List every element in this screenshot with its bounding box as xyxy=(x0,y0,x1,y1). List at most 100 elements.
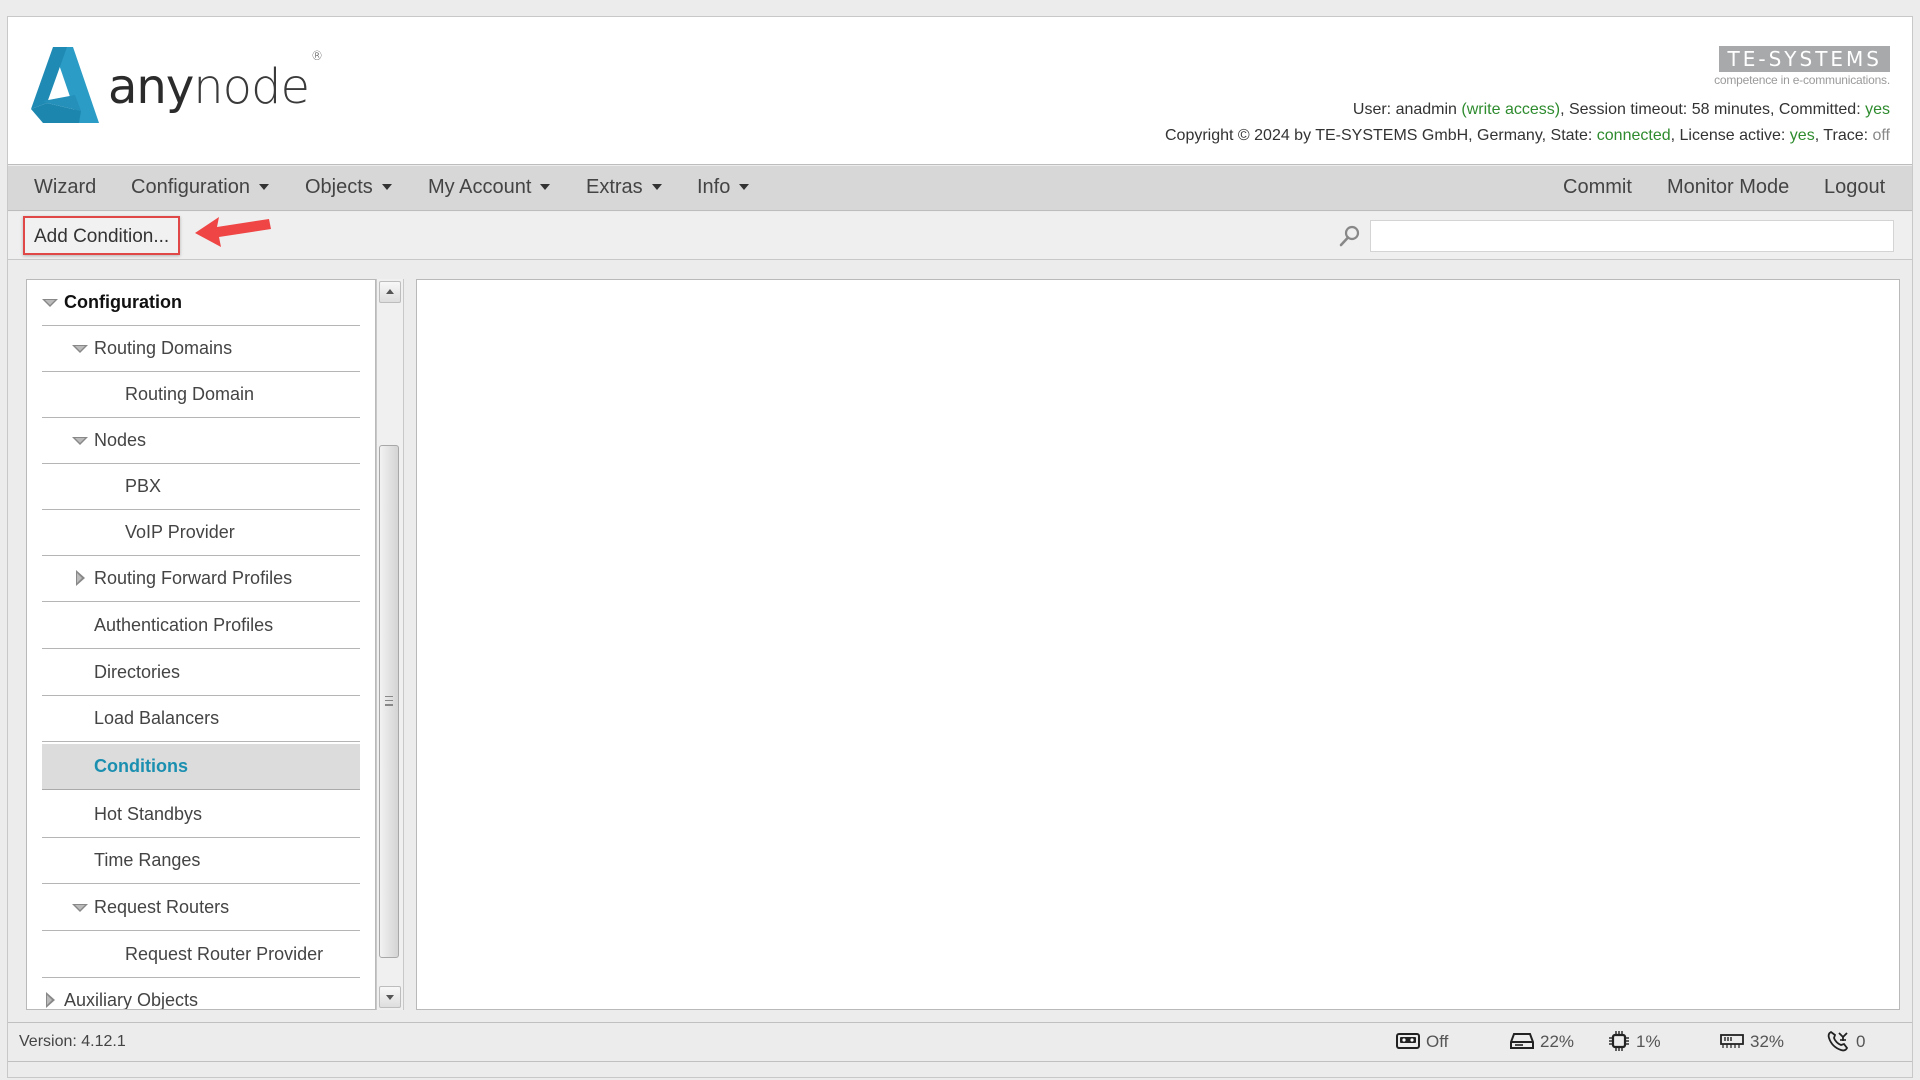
license-label: , License active: xyxy=(1670,127,1790,144)
scroll-down-button[interactable] xyxy=(379,986,401,1008)
tree-item-label: PBX xyxy=(125,476,162,496)
memory-icon xyxy=(1720,1033,1744,1048)
memory-usage: 32% xyxy=(1720,1023,1784,1061)
collapse-triangle-right-icon[interactable] xyxy=(76,570,85,586)
main-menu-bar: Wizard Configuration Objects My Account … xyxy=(8,166,1912,211)
tree-item[interactable]: PBX xyxy=(42,464,360,510)
trace-label: , Trace: xyxy=(1814,127,1873,144)
tree-item-label: Conditions xyxy=(94,756,188,776)
caret-down-icon xyxy=(739,183,750,190)
grip-icon xyxy=(385,696,393,706)
tree-item[interactable]: Routing Domain xyxy=(42,372,360,418)
tree-item[interactable]: Routing Domains xyxy=(42,326,360,372)
commit-button[interactable]: Commit xyxy=(1563,166,1632,211)
menu-info[interactable]: Info xyxy=(697,166,750,211)
tree-item-label: Hot Standbys xyxy=(94,804,203,824)
version-label: Version: 4.12.1 xyxy=(19,1033,126,1050)
committed-status: yes xyxy=(1865,101,1890,118)
anynode-logo-icon xyxy=(31,47,99,123)
menu-my-account[interactable]: My Account xyxy=(428,166,551,211)
tree-item-label: Routing Domain xyxy=(125,384,255,404)
tree-item-label: Routing Domains xyxy=(94,338,233,358)
tree-item-label: Nodes xyxy=(94,430,147,450)
connection-state: connected xyxy=(1596,127,1671,144)
brand-strong: any xyxy=(108,59,194,115)
expand-triangle-down-icon[interactable] xyxy=(72,345,88,353)
content-panel xyxy=(416,279,1900,1010)
session-status: User: anadmin (write access), Session ti… xyxy=(1353,101,1890,119)
menu-configuration[interactable]: Configuration xyxy=(131,166,269,211)
calls-icon xyxy=(1827,1030,1849,1051)
disk-value: 22% xyxy=(1540,1032,1575,1051)
disk-usage: 22% xyxy=(1510,1023,1574,1061)
monitor-mode-button[interactable]: Monitor Mode xyxy=(1667,166,1789,211)
tree-item[interactable]: Configuration xyxy=(42,280,360,326)
caret-down-icon xyxy=(381,183,392,190)
tree-item-label: Request Router Provider xyxy=(125,944,324,964)
vendor-logo: TE-SYSTEMS competence in e-communication… xyxy=(1714,46,1890,87)
tree-item-label: VoIP Provider xyxy=(125,522,235,542)
cpu-icon xyxy=(1609,1030,1629,1051)
cpu-value: 1% xyxy=(1636,1032,1661,1051)
tree-item[interactable]: Auxiliary Objects xyxy=(42,978,360,1010)
trace-status: off xyxy=(1872,127,1891,144)
caret-down-icon xyxy=(540,183,551,190)
tree-item[interactable]: Authentication Profiles xyxy=(42,603,360,649)
tree-item[interactable]: Load Balancers xyxy=(42,696,360,742)
menu-label: Commit xyxy=(1563,176,1632,198)
tree-item-label: Configuration xyxy=(64,292,182,312)
scroll-up-button[interactable] xyxy=(379,281,401,303)
collapse-triangle-right-icon[interactable] xyxy=(46,992,55,1008)
tree-item-label: Time Ranges xyxy=(94,850,201,870)
tree-item[interactable]: Time Ranges xyxy=(42,838,360,884)
copyright: Copyright © 2024 by TE-SYSTEMS GmbH, Ger… xyxy=(1164,127,1597,144)
tree-item-label: Load Balancers xyxy=(94,708,220,728)
tree-item[interactable]: VoIP Provider xyxy=(42,510,360,556)
menu-label: My Account xyxy=(428,176,532,198)
app-window: anynode® TE-SYSTEMS competence in e-comm… xyxy=(7,16,1913,1078)
tree-item-label: Directories xyxy=(94,662,181,682)
header: anynode® TE-SYSTEMS competence in e-comm… xyxy=(8,17,1912,165)
active-calls: 0 xyxy=(1826,1023,1865,1061)
menu-label: Logout xyxy=(1824,176,1886,198)
menu-wizard[interactable]: Wizard xyxy=(34,166,96,211)
logout-button[interactable]: Logout xyxy=(1824,166,1885,211)
tree-item[interactable]: Request Router Provider xyxy=(42,932,360,978)
registered-mark: ® xyxy=(311,49,323,63)
recording-icon xyxy=(1396,1032,1420,1049)
tree-item-label: Authentication Profiles xyxy=(94,615,274,635)
tree-scrollbar[interactable] xyxy=(376,279,404,1010)
expand-triangle-down-icon[interactable] xyxy=(42,299,58,307)
disk-icon xyxy=(1510,1032,1534,1049)
menu-label: Wizard xyxy=(34,176,97,198)
tree-item[interactable]: Hot Standbys xyxy=(42,792,360,838)
expand-triangle-down-icon[interactable] xyxy=(72,437,88,445)
tree-item[interactable]: Conditions xyxy=(42,744,360,790)
status-bar: Version: 4.12.1 Off 22% 1% 32% 0 xyxy=(8,1022,1912,1062)
add-condition-button[interactable]: Add Condition... xyxy=(23,216,181,255)
tree-item-label: Routing Forward Profiles xyxy=(94,568,293,588)
calls-value: 0 xyxy=(1856,1032,1866,1051)
navigation-tree: Configuration Routing Domains Routing Doma… xyxy=(26,279,376,1010)
menu-label: Configuration xyxy=(131,176,250,198)
caret-down-icon xyxy=(651,183,662,190)
tree-item[interactable]: Nodes xyxy=(42,418,360,464)
menu-objects[interactable]: Objects xyxy=(305,166,392,211)
search-input[interactable] xyxy=(1370,220,1894,252)
caret-down-icon xyxy=(258,183,269,190)
user-label: User: anadmin xyxy=(1352,101,1462,118)
system-status: Copyright © 2024 by TE-SYSTEMS GmbH, Ger… xyxy=(1165,127,1890,145)
menu-label: Monitor Mode xyxy=(1667,176,1790,198)
memory-value: 32% xyxy=(1750,1032,1785,1051)
menu-label: Info xyxy=(697,176,731,198)
expand-triangle-down-icon[interactable] xyxy=(72,904,88,912)
menu-extras[interactable]: Extras xyxy=(586,166,662,211)
recording-status: Off xyxy=(1396,1023,1448,1061)
tree-item[interactable]: Directories xyxy=(42,650,360,696)
scroll-thumb[interactable] xyxy=(379,445,399,958)
tree-item[interactable]: Routing Forward Profiles xyxy=(42,556,360,602)
arrow-down-icon xyxy=(386,995,394,1000)
tree-item-label: Request Routers xyxy=(94,897,230,917)
tree-item[interactable]: Request Routers xyxy=(42,885,360,931)
tree-item-label: Auxiliary Objects xyxy=(64,990,199,1010)
